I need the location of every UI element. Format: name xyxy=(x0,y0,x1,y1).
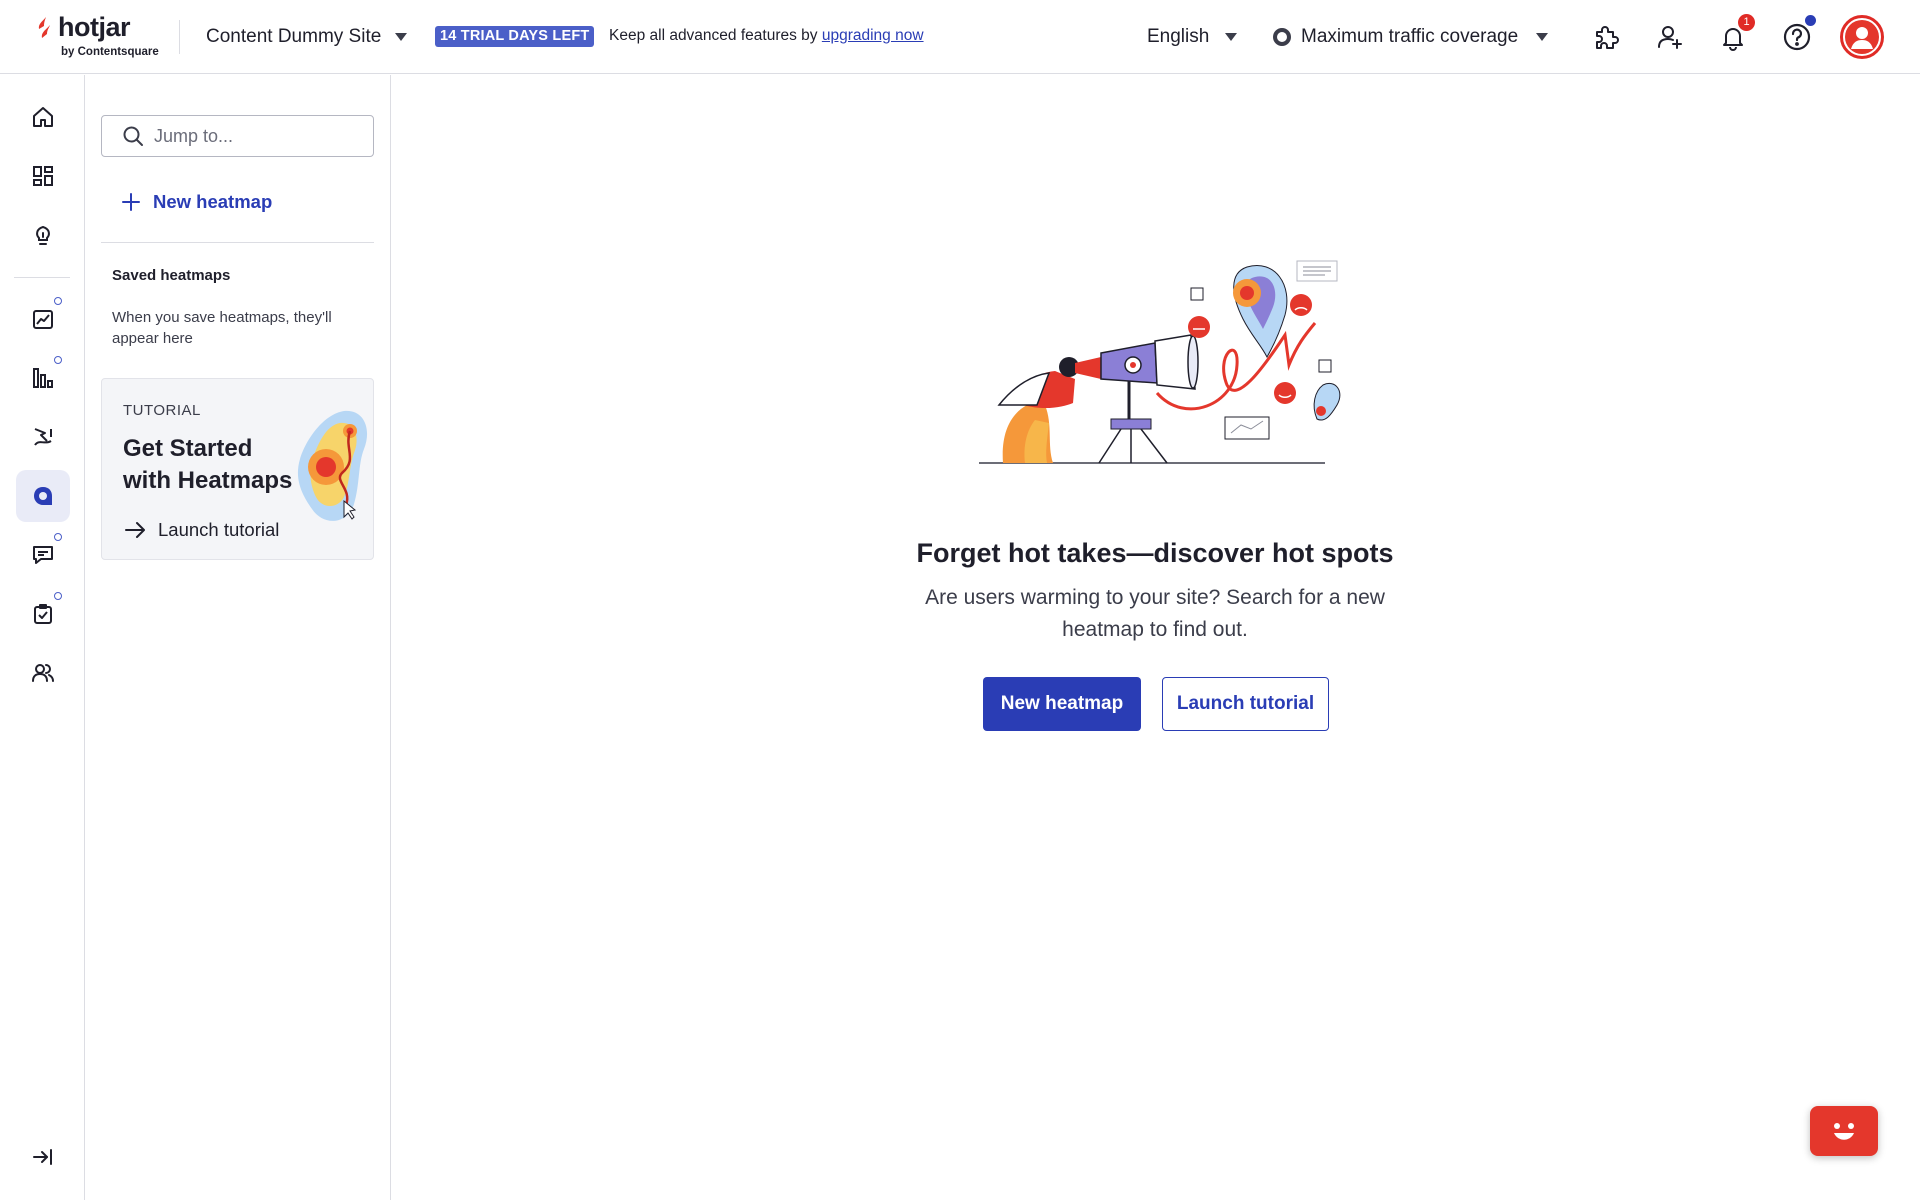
new-heatmap-button[interactable]: New heatmap xyxy=(983,677,1141,731)
rail-divider xyxy=(14,277,70,278)
caret-down-icon xyxy=(395,33,408,41)
dashboards-icon xyxy=(33,166,53,186)
nav-interviews[interactable] xyxy=(16,647,70,699)
invite-user-button[interactable] xyxy=(1651,18,1689,56)
panel-divider xyxy=(101,242,374,243)
trial-badge: 14 TRIAL DAYS LEFT xyxy=(435,26,595,47)
nav-dashboards[interactable] xyxy=(16,150,70,202)
hotjar-logo[interactable]: hotjar by Contentsquare xyxy=(36,12,166,60)
nav-feedback[interactable] xyxy=(16,529,70,581)
nav-recordings[interactable] xyxy=(16,411,70,463)
lightbulb-icon xyxy=(36,225,50,245)
tutorial-title: Get Started with Heatmaps xyxy=(123,435,293,494)
hotjar-flame-icon xyxy=(38,17,50,38)
puzzle-icon xyxy=(1596,26,1619,49)
help-indicator-dot xyxy=(1805,15,1816,26)
caret-down-icon xyxy=(1536,33,1549,41)
empty-state-description: Are users warming to your site? Search f… xyxy=(925,586,1385,641)
upgrade-link[interactable]: upgrading now xyxy=(822,27,924,44)
nav-trends[interactable] xyxy=(16,293,70,345)
top-bar: hotjar by Contentsquare Content Dummy Si… xyxy=(0,0,1920,74)
new-feature-dot xyxy=(54,297,62,305)
nav-funnels[interactable] xyxy=(16,352,70,404)
feedback-icon xyxy=(33,546,53,564)
collapse-sidebar-button[interactable] xyxy=(16,1131,70,1183)
launch-tutorial-button[interactable]: Launch tutorial xyxy=(1162,677,1329,731)
new-heatmap-label: New heatmap xyxy=(153,191,273,212)
site-name: Content Dummy Site xyxy=(206,26,382,47)
help-icon xyxy=(1783,23,1811,51)
navigation-rail xyxy=(0,75,85,1200)
nav-surveys[interactable] xyxy=(16,588,70,640)
recordings-icon xyxy=(34,428,52,446)
user-avatar-icon xyxy=(1845,20,1879,54)
caret-down-icon xyxy=(1225,33,1238,41)
divider xyxy=(179,20,180,54)
brand-subtitle: by Contentsquare xyxy=(61,46,159,58)
saved-heatmaps-title: Saved heatmaps xyxy=(112,267,231,284)
arrow-right-icon xyxy=(125,522,145,538)
trends-icon xyxy=(33,310,53,329)
nav-insights[interactable] xyxy=(16,209,70,261)
new-feature-dot xyxy=(54,356,62,364)
notification-count-badge: 1 xyxy=(1738,14,1755,31)
telescope-illustration xyxy=(979,260,1341,464)
tutorial-card[interactable]: TUTORIAL Get Started with Heatmaps Launc… xyxy=(101,378,374,560)
integrations-button[interactable] xyxy=(1587,18,1625,56)
trial-message: Keep all advanced features by upgrading … xyxy=(609,27,924,45)
jump-to-search[interactable] xyxy=(101,115,374,157)
saved-heatmaps-description: When you save heatmaps, they'll appear h… xyxy=(112,309,332,347)
new-feature-dot xyxy=(54,533,62,541)
interviews-icon xyxy=(32,664,54,682)
traffic-coverage-label: Maximum traffic coverage xyxy=(1301,26,1519,47)
heatmaps-icon xyxy=(34,487,52,505)
tutorial-label: TUTORIAL xyxy=(123,402,201,419)
trial-message-text: Keep all advanced features by xyxy=(609,27,822,44)
brand-name: hotjar xyxy=(58,12,131,42)
language-label: English xyxy=(1147,26,1210,47)
search-icon xyxy=(123,126,143,146)
surveys-icon xyxy=(34,604,52,624)
launch-tutorial-label: Launch tutorial xyxy=(158,519,280,540)
traffic-status-icon xyxy=(1273,28,1291,46)
launch-tutorial-link[interactable]: Launch tutorial xyxy=(124,519,279,541)
language-selector[interactable]: English xyxy=(1147,20,1238,54)
site-selector[interactable]: Content Dummy Site xyxy=(206,20,408,54)
nav-home[interactable] xyxy=(16,91,70,143)
heatmaps-panel: New heatmap Saved heatmaps When you save… xyxy=(85,75,391,1200)
add-user-icon xyxy=(1658,26,1682,49)
collapse-sidebar-icon xyxy=(33,1149,52,1165)
plus-icon xyxy=(122,193,140,211)
smiley-face-icon xyxy=(1834,1123,1854,1140)
user-avatar[interactable] xyxy=(1840,15,1884,59)
home-icon xyxy=(33,107,53,127)
new-feature-dot xyxy=(54,592,62,600)
help-button[interactable] xyxy=(1778,15,1816,56)
funnels-icon xyxy=(33,368,53,388)
heatmap-illustration-icon xyxy=(297,410,368,521)
notifications-button[interactable]: 1 xyxy=(1714,14,1755,56)
empty-state-title: Forget hot takes—discover hot spots xyxy=(916,538,1394,568)
new-heatmap-link[interactable]: New heatmap xyxy=(121,191,272,213)
search-input[interactable] xyxy=(154,125,354,147)
nav-heatmaps[interactable] xyxy=(16,470,70,522)
feedback-widget-button[interactable] xyxy=(1810,1106,1878,1156)
traffic-coverage-selector[interactable]: Maximum traffic coverage xyxy=(1273,20,1549,54)
